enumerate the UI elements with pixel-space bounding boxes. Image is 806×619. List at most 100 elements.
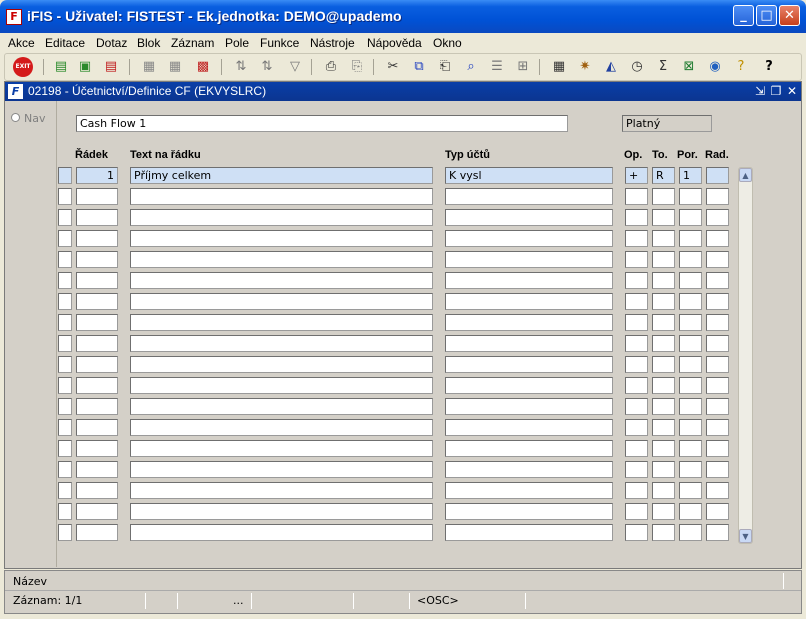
cell-typ[interactable] xyxy=(445,398,613,415)
cell-typ[interactable] xyxy=(445,482,613,499)
cell-to[interactable] xyxy=(652,251,675,268)
cell-typ[interactable] xyxy=(445,209,613,226)
cell-por[interactable] xyxy=(679,524,702,541)
cell-to[interactable] xyxy=(652,209,675,226)
sort-asc-icon[interactable]: ⇅ xyxy=(231,57,251,77)
cell-text[interactable]: Příjmy celkem xyxy=(130,167,433,184)
cell-por[interactable] xyxy=(679,314,702,331)
row-indicator[interactable] xyxy=(58,230,72,247)
form-title-bar[interactable]: F 02198 - Účetnictví/Definice CF (EKVYSL… xyxy=(5,82,801,101)
cell-radek[interactable] xyxy=(76,335,118,352)
cell-op[interactable] xyxy=(625,251,648,268)
nav-radio[interactable] xyxy=(11,113,20,122)
cell-text[interactable] xyxy=(130,524,433,541)
copy-icon[interactable]: ⧉ xyxy=(409,57,429,77)
sum-icon[interactable]: Σ xyxy=(653,57,673,77)
cell-op[interactable] xyxy=(625,398,648,415)
tree-icon[interactable]: ⊞ xyxy=(513,57,533,77)
menu-funkce[interactable]: Funkce xyxy=(260,36,299,50)
cell-rad[interactable] xyxy=(706,461,729,478)
menu-zaznam[interactable]: Záznam xyxy=(171,36,214,50)
cell-to[interactable] xyxy=(652,335,675,352)
cell-text[interactable] xyxy=(130,335,433,352)
cell-radek[interactable] xyxy=(76,440,118,457)
cell-typ[interactable]: K vysl xyxy=(445,167,613,184)
export-icon[interactable]: ◉ xyxy=(705,57,725,77)
cell-to[interactable] xyxy=(652,272,675,289)
cell-typ[interactable] xyxy=(445,230,613,247)
cell-op[interactable] xyxy=(625,314,648,331)
maximize-button[interactable]: □ xyxy=(756,5,777,26)
row-indicator[interactable] xyxy=(58,335,72,352)
exit-icon[interactable]: EXIT xyxy=(13,57,33,77)
cell-rad[interactable] xyxy=(706,482,729,499)
cell-radek[interactable] xyxy=(76,293,118,310)
row-indicator[interactable] xyxy=(58,377,72,394)
calculator-icon[interactable]: ▦ xyxy=(549,57,569,77)
cell-op[interactable]: + xyxy=(625,167,648,184)
cell-radek[interactable] xyxy=(76,377,118,394)
cell-rad[interactable] xyxy=(706,335,729,352)
row-indicator[interactable] xyxy=(58,461,72,478)
cell-to[interactable] xyxy=(652,503,675,520)
cell-text[interactable] xyxy=(130,440,433,457)
cell-rad[interactable] xyxy=(706,503,729,520)
help-lock-icon[interactable]: ? xyxy=(731,57,751,77)
form-close-icon[interactable]: ✕ xyxy=(785,83,799,99)
cell-typ[interactable] xyxy=(445,293,613,310)
cell-por[interactable] xyxy=(679,482,702,499)
scroll-down-icon[interactable]: ▼ xyxy=(739,529,752,543)
help-icon[interactable]: ? xyxy=(759,57,779,77)
cell-por[interactable] xyxy=(679,293,702,310)
cell-rad[interactable] xyxy=(706,209,729,226)
row-indicator[interactable] xyxy=(58,503,72,520)
cell-op[interactable] xyxy=(625,188,648,205)
cell-text[interactable] xyxy=(130,377,433,394)
cell-radek[interactable] xyxy=(76,251,118,268)
cell-rad[interactable] xyxy=(706,293,729,310)
minimize-button[interactable]: _ xyxy=(733,5,754,26)
cell-op[interactable] xyxy=(625,419,648,436)
cell-op[interactable] xyxy=(625,230,648,247)
cell-por[interactable] xyxy=(679,188,702,205)
row-indicator[interactable] xyxy=(58,356,72,373)
menu-blok[interactable]: Blok xyxy=(137,36,160,50)
cell-text[interactable] xyxy=(130,251,433,268)
cell-op[interactable] xyxy=(625,524,648,541)
cell-typ[interactable] xyxy=(445,335,613,352)
form-minimize-icon[interactable]: ⇲ xyxy=(753,83,767,99)
cell-op[interactable] xyxy=(625,440,648,457)
cell-to[interactable] xyxy=(652,419,675,436)
cell-rad[interactable] xyxy=(706,167,729,184)
menu-okno[interactable]: Okno xyxy=(433,36,462,50)
name-field[interactable]: Cash Flow 1 xyxy=(76,115,568,132)
cell-op[interactable] xyxy=(625,356,648,373)
cell-rad[interactable] xyxy=(706,230,729,247)
duplicate-record-icon[interactable]: ▣ xyxy=(75,57,95,77)
insert-record-icon[interactable]: ▤ xyxy=(51,57,71,77)
cell-op[interactable] xyxy=(625,461,648,478)
cell-por[interactable] xyxy=(679,272,702,289)
cell-radek[interactable] xyxy=(76,461,118,478)
cell-radek[interactable] xyxy=(76,356,118,373)
cell-to[interactable] xyxy=(652,230,675,247)
cell-to[interactable] xyxy=(652,440,675,457)
row-indicator[interactable] xyxy=(58,293,72,310)
cell-por[interactable] xyxy=(679,209,702,226)
list-icon[interactable]: ☰ xyxy=(487,57,507,77)
row-indicator[interactable] xyxy=(58,188,72,205)
cell-op[interactable] xyxy=(625,272,648,289)
cell-radek[interactable] xyxy=(76,314,118,331)
cell-text[interactable] xyxy=(130,293,433,310)
cell-radek[interactable] xyxy=(76,188,118,205)
cell-to[interactable] xyxy=(652,293,675,310)
cell-por[interactable] xyxy=(679,440,702,457)
cell-rad[interactable] xyxy=(706,188,729,205)
cell-por[interactable] xyxy=(679,461,702,478)
settings-icon[interactable]: ✷ xyxy=(575,57,595,77)
cell-to[interactable] xyxy=(652,461,675,478)
cell-por[interactable] xyxy=(679,335,702,352)
cell-to[interactable] xyxy=(652,377,675,394)
cell-op[interactable] xyxy=(625,335,648,352)
cell-text[interactable] xyxy=(130,461,433,478)
